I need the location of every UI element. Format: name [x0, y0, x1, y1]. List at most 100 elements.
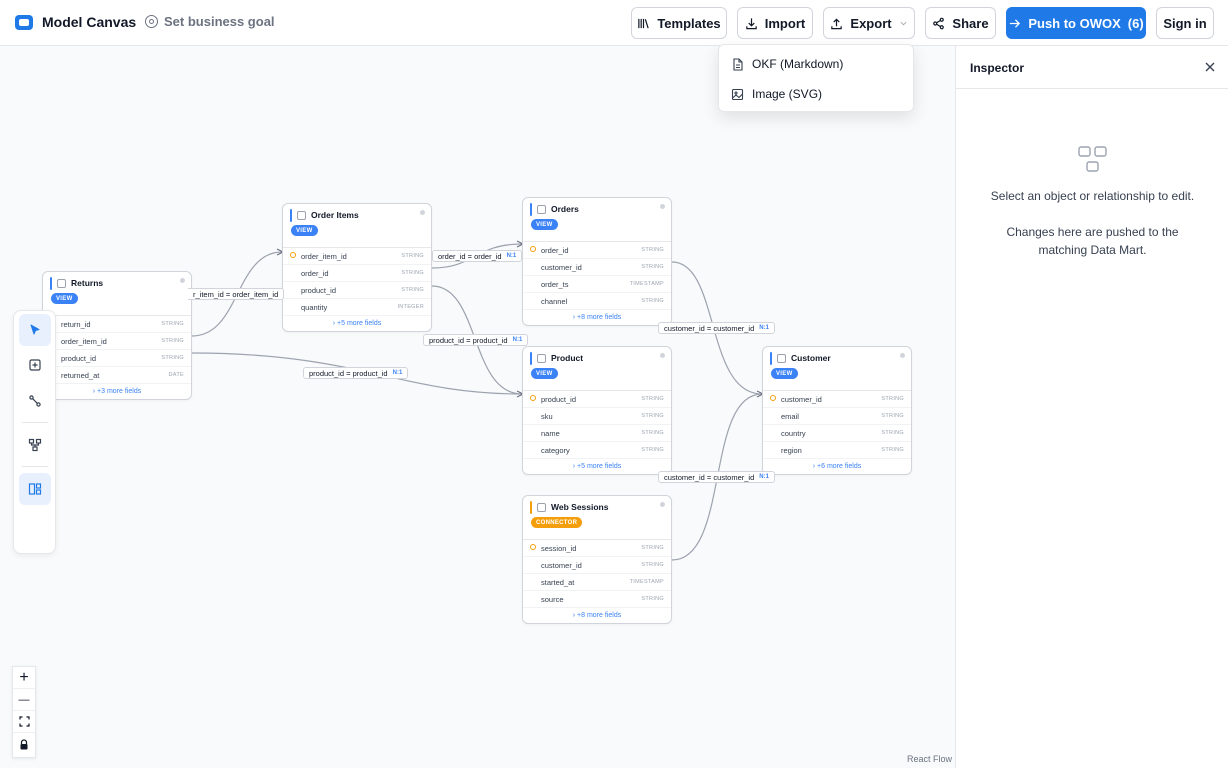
field-row[interactable]: return_id STRING — [43, 316, 191, 333]
field-row[interactable]: returned_at DATE — [43, 367, 191, 384]
empty-state-icon — [1078, 146, 1107, 172]
inspector-header: Inspector — [956, 46, 1228, 89]
share-button[interactable]: Share — [925, 7, 996, 39]
cube-icon — [777, 354, 786, 363]
minus-icon: — — [18, 693, 30, 706]
node-title: Product — [551, 353, 584, 363]
field-row[interactable]: country STRING — [763, 425, 911, 442]
layout-tool[interactable] — [19, 429, 51, 461]
zoom-out-button[interactable]: — — [13, 689, 35, 711]
entity-product[interactable]: Product VIEW product_id STRING sku STRING … — [522, 346, 672, 475]
model-canvas[interactable]: Order Items VIEW order_item_id STRING ord… — [0, 46, 955, 768]
more-fields-link[interactable]: › +3 more fields — [43, 384, 191, 399]
field-row[interactable]: email STRING — [763, 408, 911, 425]
edge-label-sessions-customer[interactable]: customer_id = customer_id N:1 — [658, 471, 775, 483]
cube-icon — [537, 354, 546, 363]
lock-button[interactable] — [13, 733, 35, 755]
zoom-in-button[interactable]: + — [13, 667, 35, 689]
node-header: Returns VIEW — [43, 272, 191, 316]
more-fields-link[interactable]: › +6 more fields — [763, 459, 911, 474]
edge-label-order-items-product[interactable]: product_id = product_id N:1 — [423, 334, 529, 346]
fit-view-button[interactable] — [13, 711, 35, 733]
export-image-svg[interactable]: Image (SVG) — [719, 79, 915, 109]
key-icon — [530, 544, 536, 550]
more-fields-link[interactable]: › +5 more fields — [283, 316, 431, 331]
sign-in-button[interactable]: Sign in — [1156, 7, 1214, 39]
field-row[interactable]: session_id STRING — [523, 540, 671, 557]
cube-icon — [297, 211, 306, 220]
field-row[interactable]: channel STRING — [523, 293, 671, 310]
field-row[interactable]: product_id STRING — [43, 350, 191, 367]
more-fields-link[interactable]: › +8 more fields — [523, 310, 671, 325]
field-row[interactable]: started_at TIMESTAMP — [523, 574, 671, 591]
status-dot — [660, 204, 665, 209]
hierarchy-icon — [28, 438, 42, 452]
status-dot — [660, 502, 665, 507]
node-title: Customer — [791, 353, 831, 363]
close-icon[interactable] — [1203, 60, 1217, 74]
add-entity-tool[interactable] — [19, 349, 51, 381]
push-label: Push to OWOX — [1028, 15, 1121, 31]
field-row[interactable]: order_id STRING — [283, 265, 431, 282]
push-to-owox-button[interactable]: Push to OWOX (6) — [1006, 7, 1146, 39]
import-button[interactable]: Import — [737, 7, 813, 39]
file-text-icon — [733, 57, 743, 71]
more-fields-link[interactable]: › +8 more fields — [523, 608, 671, 623]
connect-tool[interactable] — [19, 385, 51, 417]
more-fields-link[interactable]: › +5 more fields — [523, 459, 671, 474]
export-button[interactable]: Export — [823, 7, 915, 39]
field-row[interactable]: name STRING — [523, 425, 671, 442]
zoom-controls: + — — [12, 666, 36, 758]
field-row[interactable]: source STRING — [523, 591, 671, 608]
node-title: Order Items — [311, 210, 359, 220]
status-dot — [900, 353, 905, 358]
plus-icon: + — [19, 668, 29, 686]
key-icon — [290, 252, 296, 258]
set-business-goal-button[interactable]: Set business goal — [145, 14, 275, 29]
edge-label-returns-order-items[interactable]: r_item_id = order_item_id — [188, 288, 285, 300]
image-icon — [731, 88, 744, 100]
push-count: (6) — [1127, 15, 1144, 31]
field-row[interactable]: sku STRING — [523, 408, 671, 425]
panels-icon — [28, 483, 42, 495]
node-header: Orders VIEW — [523, 198, 671, 242]
field-row[interactable]: quantity INTEGER — [283, 299, 431, 316]
entity-orders[interactable]: Orders VIEW order_id STRING customer_id ST… — [522, 197, 672, 326]
type-badge: VIEW — [531, 368, 558, 379]
entity-order-items[interactable]: Order Items VIEW order_item_id STRING ord… — [282, 203, 432, 332]
field-row[interactable]: category STRING — [523, 442, 671, 459]
download-icon — [746, 17, 757, 29]
cube-icon — [537, 205, 546, 214]
field-row[interactable]: customer_id STRING — [523, 259, 671, 276]
templates-button[interactable]: Templates — [631, 7, 727, 39]
edge-label-returns-product[interactable]: product_id = product_id N:1 — [303, 367, 409, 379]
key-icon — [770, 395, 776, 401]
node-title: Orders — [551, 204, 579, 214]
panel-toggle-tool[interactable] — [19, 473, 51, 505]
cube-icon — [537, 503, 546, 512]
select-tool[interactable] — [19, 314, 51, 346]
field-row[interactable]: product_id STRING — [523, 391, 671, 408]
react-flow-attribution[interactable]: React Flow — [907, 754, 952, 764]
field-row[interactable]: region STRING — [763, 442, 911, 459]
edge-label-order-items-orders[interactable]: order_id = order_id N:1 — [432, 250, 523, 262]
entity-returns[interactable]: Returns VIEW return_id STRING order_item_… — [42, 271, 192, 400]
field-row[interactable]: order_ts TIMESTAMP — [523, 276, 671, 293]
field-row[interactable]: customer_id STRING — [763, 391, 911, 408]
export-okf-markdown[interactable]: OKF (Markdown) — [719, 49, 915, 79]
entity-customer[interactable]: Customer VIEW customer_id STRING email STR… — [762, 346, 912, 475]
key-icon — [530, 395, 536, 401]
field-row[interactable]: product_id STRING — [283, 282, 431, 299]
field-row[interactable]: customer_id STRING — [523, 557, 671, 574]
goal-label: Set business goal — [164, 14, 275, 29]
edge-label-orders-customer[interactable]: customer_id = customer_id N:1 — [658, 322, 775, 334]
field-row[interactable]: order_item_id STRING — [43, 333, 191, 350]
field-row[interactable]: order_id STRING — [523, 242, 671, 259]
inspector-empty-title: Select an object or relationship to edit… — [990, 189, 1195, 203]
type-badge: VIEW — [531, 219, 558, 230]
entity-web-sessions[interactable]: Web Sessions CONNECTOR session_id STRING … — [522, 495, 672, 624]
app-logo-icon — [15, 15, 33, 30]
cube-icon — [57, 279, 66, 288]
inspector-title: Inspector — [970, 61, 1025, 75]
field-row[interactable]: order_item_id STRING — [283, 248, 431, 265]
